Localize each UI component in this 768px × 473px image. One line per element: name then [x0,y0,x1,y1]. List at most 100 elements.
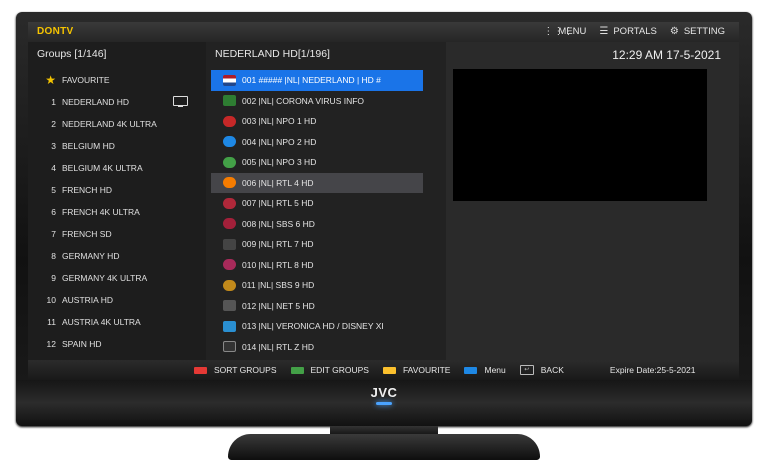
channel-item[interactable]: 011 |NL| SBS 9 HD [211,275,423,296]
top-menu: ⋮⋮⋮ MENU ☰ PORTALS ⚙ SETTING [543,26,725,37]
sort-groups-button[interactable]: SORT GROUPS [194,365,277,375]
channel-logo-icon [223,136,236,148]
channel-logo-icon [223,279,236,291]
portals-label: PORTALS [613,26,657,37]
channel-item[interactable]: 005 |NL| NPO 3 HD [211,152,423,173]
group-number: 5 [51,185,56,195]
channel-item[interactable]: 002 |NL| CORONA VIRUS INFO [211,91,423,112]
group-item[interactable]: 8 GERMANY HD [28,245,206,267]
video-preview[interactable] [453,69,707,201]
group-label: AUSTRIA HD [62,295,114,305]
channel-item[interactable]: 004 |NL| NPO 2 HD [211,132,423,153]
channel-logo-icon [223,74,236,86]
channel-item[interactable]: 010 |NL| RTL 8 HD [211,255,423,276]
edit-groups-label: EDIT GROUPS [310,365,369,375]
tv-stand-base [228,434,540,460]
channel-label: 013 |NL| VERONICA HD / DISNEY XI [242,321,384,332]
group-label: FRENCH SD [62,229,112,239]
channel-logo-icon [223,218,236,230]
channel-logo-icon [223,238,236,250]
channel-label: 014 |NL| RTL Z HD [242,341,314,352]
group-item[interactable]: 3 BELGIUM HD [28,135,206,157]
portals-button[interactable]: ☰ PORTALS [598,26,656,37]
tv-screen: DONTV ⋮⋮⋮ MENU ☰ PORTALS ⚙ SETTING Group… [28,22,739,380]
preview-panel: 12:29 AM 17-5-2021 [446,42,739,360]
channel-label: 004 |NL| NPO 2 HD [242,136,317,147]
channel-item[interactable]: 014 |NL| RTL Z HD [211,337,423,358]
channel-item[interactable]: 007 |NL| RTL 5 HD [211,193,423,214]
group-item[interactable]: 2 NEDERLAND 4K ULTRA [28,113,206,135]
group-item[interactable]: 4 BELGIUM 4K ULTRA [28,157,206,179]
channel-item-selected[interactable]: 001 ##### |NL| NEDERLAND | HD # [211,70,423,91]
group-label: FRENCH HD [62,185,113,195]
channel-label: 005 |NL| NPO 3 HD [242,157,317,168]
channel-item[interactable]: 003 |NL| NPO 1 HD [211,111,423,132]
group-label: FAVOURITE [62,75,110,85]
group-item[interactable]: 5 FRENCH HD [28,179,206,201]
group-item[interactable]: 12 SPAIN HD [28,333,206,355]
star-icon: ★ [45,73,56,87]
menu-label: MENU [558,26,587,37]
group-item[interactable]: 11 AUSTRIA 4K ULTRA [28,311,206,333]
channel-item[interactable]: 009 |NL| RTL 7 HD [211,234,423,255]
back-button[interactable]: ↩ BACK [519,365,564,375]
red-key-icon [194,366,207,374]
channel-label: 012 |NL| NET 5 HD [242,300,315,311]
channel-logo-icon [223,156,236,168]
app-logo: DONTV [37,26,74,37]
group-label: SPAIN HD [62,339,102,349]
bottom-bar: SORT GROUPS EDIT GROUPS FAVOURITE Menu ↩… [28,360,739,380]
channel-item[interactable]: 008 |NL| SBS 6 HD [211,214,423,235]
group-item[interactable]: 7 FRENCH SD [28,223,206,245]
sort-groups-label: SORT GROUPS [214,365,277,375]
setting-button[interactable]: ⚙ SETTING [669,26,725,37]
expire-date: Expire Date:25-5-2021 [609,365,696,375]
channel-item-focused[interactable]: 006 |NL| RTL 4 HD [211,172,423,193]
group-number: 6 [51,207,56,217]
group-item[interactable]: 10 AUSTRIA HD [28,289,206,311]
group-label: NEDERLAND 4K ULTRA [62,119,157,129]
top-bar: DONTV ⋮⋮⋮ MENU ☰ PORTALS ⚙ SETTING [28,22,739,42]
channel-list: 001 ##### |NL| NEDERLAND | HD # 002 |NL|… [211,70,423,357]
channel-logo-icon [223,197,236,209]
channel-logo-icon [223,259,236,271]
channel-item[interactable]: 012 |NL| NET 5 HD [211,296,423,317]
group-label: GERMANY HD [62,251,120,261]
favourite-button[interactable]: FAVOURITE [382,365,450,375]
channel-logo-icon [223,341,236,353]
group-label: GERMANY 4K ULTRA [62,273,148,283]
channel-label: 007 |NL| RTL 5 HD [242,198,314,209]
group-item[interactable]: 6 FRENCH 4K ULTRA [28,201,206,223]
channel-logo-icon [223,95,236,107]
channel-label: 001 ##### |NL| NEDERLAND | HD # [242,75,381,86]
group-label: BELGIUM HD [62,141,115,151]
channel-label: 011 |NL| SBS 9 HD [242,280,315,291]
gear-icon: ⚙ [669,26,679,37]
group-item[interactable]: 9 GERMANY 4K ULTRA [28,267,206,289]
menu-key-button[interactable]: Menu [464,365,506,375]
edit-groups-button[interactable]: EDIT GROUPS [290,365,369,375]
channel-label: 008 |NL| SBS 6 HD [242,218,315,229]
group-label: AUSTRIA 4K ULTRA [62,317,141,327]
channels-title: NEDERLAND HD[1/196] [215,48,330,60]
group-number: 1 [51,97,56,107]
menu-button[interactable]: ⋮⋮⋮ MENU [543,26,586,37]
group-number: 12 [46,339,56,349]
menu-key-label: Menu [484,365,506,375]
yellow-key-icon [382,366,396,374]
group-number: 10 [46,295,56,305]
group-item[interactable]: 1 NEDERLAND HD [28,91,206,113]
group-label: BELGIUM 4K ULTRA [62,163,143,173]
tv-power-led [376,402,392,405]
back-label: BACK [540,365,564,375]
group-label: NEDERLAND HD [62,97,130,107]
group-number: 8 [51,251,56,261]
group-number: 2 [51,119,56,129]
group-item-favourite[interactable]: ★ FAVOURITE [28,69,206,91]
channel-item[interactable]: 013 |NL| VERONICA HD / DISNEY XI [211,316,423,337]
setting-label: SETTING [683,26,725,37]
channel-label: 002 |NL| CORONA VIRUS INFO [242,95,365,106]
tv-brand-logo: JVC [370,385,398,400]
channel-label: 006 |NL| RTL 4 HD [242,177,314,188]
group-number: 3 [51,141,56,151]
